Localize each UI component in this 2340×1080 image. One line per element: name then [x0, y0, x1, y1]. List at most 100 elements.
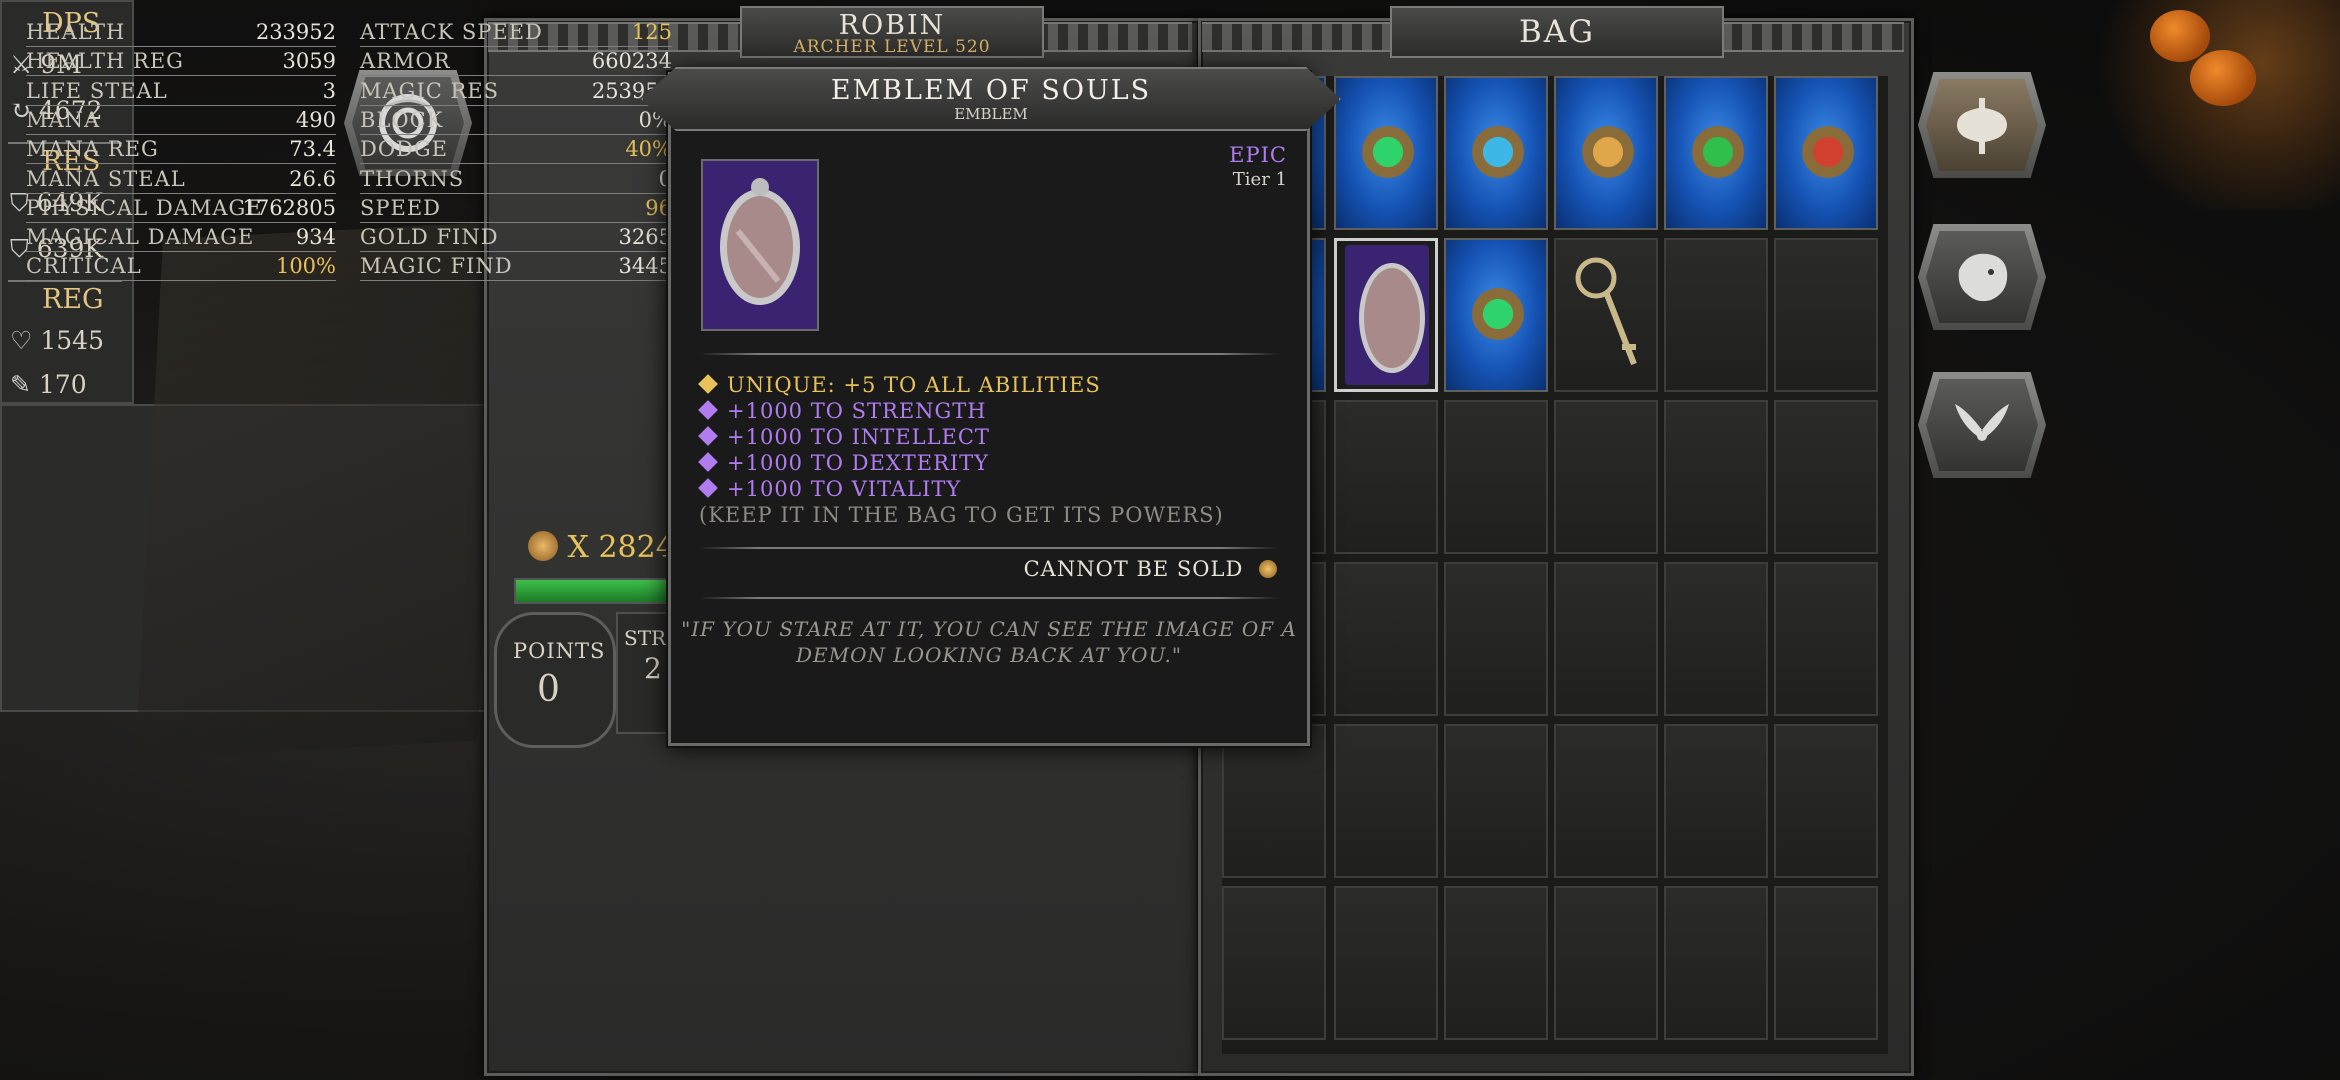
bag-slot[interactable]: [1774, 886, 1878, 1040]
stat-label: BLOCK: [360, 107, 444, 132]
stat-label: ARMOR: [360, 49, 451, 74]
bag-slot[interactable]: [1774, 562, 1878, 716]
stat-value: 3: [322, 78, 336, 103]
sell-status-text: CANNOT BE SOLD: [1023, 557, 1244, 581]
points-value: 0: [537, 669, 560, 710]
stat-bonus: +1000 TO INTELLECT: [698, 425, 990, 449]
bag-slot[interactable]: [1334, 238, 1438, 392]
reg-health-value: 1545: [40, 326, 104, 355]
bag-slot[interactable]: [1444, 886, 1548, 1040]
flavor-text-2: DEMON LOOKING BACK AT YOU.": [795, 643, 1183, 667]
pets-tab-button[interactable]: [1918, 224, 2046, 330]
amulet-icon: [1578, 122, 1638, 182]
bag-slot[interactable]: [1774, 724, 1878, 878]
points-label: POINTS: [513, 639, 606, 663]
bag-slot[interactable]: [1334, 886, 1438, 1040]
stat-value: 3445: [618, 254, 672, 279]
bag-slot[interactable]: [1774, 238, 1878, 392]
bag-slot[interactable]: [1664, 400, 1768, 554]
bag-slot[interactable]: [1334, 724, 1438, 878]
stat-value: 3059: [282, 49, 336, 74]
unique-bonus: UNIQUE: +5 TO ALL ABILITIES: [698, 373, 1101, 397]
bag-slot[interactable]: [1664, 562, 1768, 716]
skull-coin-icon: [528, 531, 558, 561]
bag-slot[interactable]: [1444, 76, 1548, 230]
bag-slot[interactable]: [1774, 400, 1878, 554]
item-name: EMBLEM OF SOULS: [830, 75, 1152, 106]
strength-attribute[interactable]: STR 2: [616, 612, 676, 734]
bag-slot[interactable]: [1444, 562, 1548, 716]
stat-row: ATTACK SPEED 125: [360, 18, 672, 47]
stat-label: MANA REG: [26, 137, 159, 162]
divider: [699, 547, 1279, 549]
stat-label: SPEED: [360, 195, 442, 220]
bag-slot[interactable]: [1774, 76, 1878, 230]
points-box: POINTS 0: [494, 612, 616, 748]
background-barrels: [2080, 0, 2340, 210]
purple-diamond-icon: [698, 452, 718, 472]
weapons-tab-button[interactable]: [1918, 72, 2046, 178]
bag-slot[interactable]: [1554, 400, 1658, 554]
bag-slot[interactable]: [1664, 886, 1768, 1040]
stat-value: 490: [295, 107, 336, 132]
stat-row: HEALTH REG 3059: [26, 47, 336, 77]
bag-slot[interactable]: [1664, 238, 1768, 392]
gold-coins-icon: [1259, 560, 1277, 578]
experience-bar: [514, 578, 678, 604]
mirror-icon: [1345, 245, 1429, 385]
panther-head-icon: [1958, 253, 2008, 302]
bag-slot[interactable]: [1334, 562, 1438, 716]
background-wooden-plank: [135, 221, 505, 759]
stat-bonus-text: +1000 TO STRENGTH: [727, 399, 987, 423]
amulet-icon: [1468, 284, 1528, 344]
bag-slot[interactable]: [1334, 76, 1438, 230]
stat-label: LIFE STEAL: [26, 78, 168, 103]
bag-slot[interactable]: [1222, 724, 1326, 878]
stat-row: PHYSICAL DAMAGE 1762805: [26, 194, 336, 223]
bag-slot[interactable]: [1554, 724, 1658, 878]
item-tooltip: EMBLEM OF SOULS EMBLEM EPIC Tier 1 UNIQU…: [641, 67, 1341, 746]
stat-value: 40%: [625, 137, 672, 162]
divider: [699, 597, 1279, 599]
stat-label: PHYSICAL DAMAGE: [26, 195, 263, 220]
purple-diamond-icon: [698, 400, 718, 420]
bag-slot[interactable]: [1444, 400, 1548, 554]
stat-row: LIFE STEAL 3: [26, 77, 336, 106]
bag-slot[interactable]: [1664, 724, 1768, 878]
unique-bonus-text: UNIQUE: +5 TO ALL ABILITIES: [727, 373, 1101, 397]
amulet-icon: [1798, 122, 1858, 182]
wings-icon: [1955, 404, 2009, 441]
purple-diamond-icon: [698, 478, 718, 498]
reg-mana-value: 170: [38, 370, 87, 399]
heart-icon: ♡: [10, 326, 33, 355]
stat-row: MANA 490: [26, 106, 336, 135]
bag-title-banner: BAG: [1390, 6, 1724, 58]
stat-label: HEALTH REG: [26, 49, 184, 74]
bag-slot[interactable]: [1444, 724, 1548, 878]
key-icon: [1572, 252, 1642, 372]
stat-label: THORNS: [360, 166, 465, 191]
bag-slot[interactable]: [1554, 562, 1658, 716]
bag-slot[interactable]: [1222, 886, 1326, 1040]
stat-label: DODGE: [360, 137, 448, 162]
bag-slot[interactable]: [1554, 238, 1658, 392]
item-portrait: [701, 159, 819, 331]
bag-slot[interactable]: [1444, 238, 1548, 392]
bag-slot[interactable]: [1664, 76, 1768, 230]
bag-slot[interactable]: [1554, 886, 1658, 1040]
bag-title: BAG: [1519, 14, 1595, 50]
mirror-icon: [703, 161, 817, 329]
reg-health: ♡ 1545: [10, 326, 104, 355]
stat-bonus: +1000 TO VITALITY: [698, 477, 961, 501]
bag-slot[interactable]: [1554, 76, 1658, 230]
amulet-icon: [1468, 122, 1528, 182]
bag-grid: [1222, 76, 1888, 1054]
amulet-icon: [1358, 122, 1418, 182]
reg-mana: ✎ 170: [10, 370, 87, 399]
bag-slot[interactable]: [1334, 400, 1438, 554]
stat-label: MAGIC FIND: [360, 254, 513, 279]
attribute-label: STR: [624, 626, 667, 650]
stat-row: CRITICAL 100%: [26, 252, 336, 282]
wings-tab-button[interactable]: [1918, 372, 2046, 478]
stat-value: 233952: [255, 20, 336, 44]
